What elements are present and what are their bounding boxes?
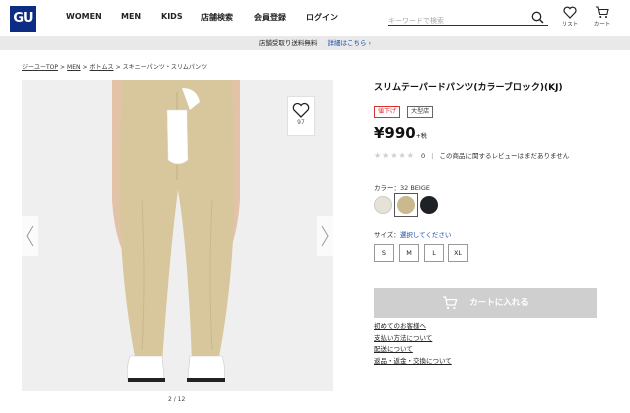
breadcrumb: ジーユーTOP > MEN > ボトムス > スキニーパンツ・スリムパンツ bbox=[22, 62, 207, 71]
chevron-left-icon bbox=[22, 225, 38, 260]
nav-register[interactable]: 会員登録 bbox=[254, 12, 286, 23]
product-title: スリムテーパードパンツ(カラーブロック)(KJ) bbox=[374, 83, 563, 93]
link-payment[interactable]: 支払い方法について bbox=[374, 333, 452, 345]
nav-store-search[interactable]: 店舗検索 bbox=[201, 12, 233, 23]
gallery-prev-button[interactable] bbox=[22, 216, 38, 256]
cart-icon bbox=[442, 295, 469, 309]
size-s-button[interactable]: S bbox=[374, 244, 394, 262]
rating-count: 0 bbox=[420, 152, 426, 160]
tag-price-down: 値下げ bbox=[374, 106, 401, 118]
gu-logo[interactable]: GU bbox=[10, 6, 36, 32]
search-box bbox=[388, 8, 548, 29]
breadcrumb-separator: > bbox=[115, 64, 121, 71]
breadcrumb-separator: > bbox=[82, 64, 88, 71]
cart-label: カート bbox=[593, 22, 611, 28]
breadcrumb-men[interactable]: MEN bbox=[67, 64, 80, 71]
tax-note: +税 bbox=[415, 133, 427, 140]
nav-women[interactable]: WOMEN bbox=[66, 12, 102, 21]
tag-large-store: 大型店 bbox=[407, 106, 434, 118]
chevron-right-icon bbox=[317, 225, 333, 260]
rating-row: ★★★★★ 0 | この商品に関するレビューはまだありません bbox=[374, 150, 569, 160]
color-swatch-black[interactable] bbox=[420, 196, 438, 214]
cart-icon bbox=[591, 6, 613, 19]
search-icon[interactable] bbox=[531, 9, 544, 24]
nav-men[interactable]: MEN bbox=[121, 12, 141, 21]
site-header: GU WOMEN MEN KIDS 店舗検索 会員登録 ログイン リスト カート bbox=[0, 0, 630, 36]
gallery-counter: 2 / 12 bbox=[168, 396, 186, 403]
nav-kids[interactable]: KIDS bbox=[161, 12, 183, 21]
size-l-button[interactable]: L bbox=[424, 244, 444, 262]
wishlist-button[interactable]: リスト bbox=[559, 6, 581, 28]
color-swatch-offwhite[interactable] bbox=[374, 196, 392, 214]
nav-login[interactable]: ログイン bbox=[306, 12, 338, 23]
cart-button[interactable]: カート bbox=[591, 6, 613, 28]
product-tags: 値下げ 大型店 bbox=[374, 98, 435, 118]
size-label: サイズ：選択してください bbox=[374, 229, 451, 239]
add-to-cart-button[interactable]: カートに入れる bbox=[374, 288, 597, 318]
price-value: ¥990 bbox=[374, 124, 416, 142]
search-input[interactable] bbox=[388, 13, 528, 29]
breadcrumb-separator: > bbox=[60, 64, 66, 71]
add-to-cart-label: カートに入れる bbox=[469, 298, 529, 308]
color-swatch-beige[interactable] bbox=[397, 196, 415, 214]
shipping-info-text: 店舗受取り送料無料 bbox=[258, 39, 318, 47]
help-links: 初めてのお客様へ 支払い方法について 配送について 返品・返金・交換について bbox=[374, 321, 452, 367]
shipping-info-link[interactable]: 詳細はこちら › bbox=[327, 39, 371, 47]
heart-icon bbox=[288, 102, 314, 118]
link-first-time[interactable]: 初めてのお客様へ bbox=[374, 321, 452, 333]
favorite-button[interactable]: 97 bbox=[287, 96, 315, 136]
color-label: カラー：32 BEIGE bbox=[374, 184, 430, 192]
favorite-count: 97 bbox=[297, 119, 305, 126]
gallery-next-button[interactable] bbox=[317, 216, 333, 256]
rating-stars-icon: ★★★★★ bbox=[374, 151, 415, 160]
breadcrumb-current: スキニーパンツ・スリムパンツ bbox=[122, 64, 208, 71]
review-note: この商品に関するレビューはまだありません bbox=[439, 152, 570, 160]
heart-icon bbox=[559, 6, 581, 19]
shipping-info-bar: 店舗受取り送料無料 詳細はこちら › bbox=[0, 36, 630, 50]
rating-divider: | bbox=[431, 152, 434, 160]
breadcrumb-top[interactable]: ジーユーTOP bbox=[22, 64, 58, 71]
size-label-text: サイズ： bbox=[374, 231, 400, 239]
wishlist-label: リスト bbox=[561, 22, 579, 28]
size-select-prompt: 選択してください bbox=[399, 231, 452, 239]
size-xl-button[interactable]: XL bbox=[448, 244, 468, 262]
size-m-button[interactable]: M bbox=[399, 244, 419, 262]
product-price: ¥990+税 bbox=[374, 124, 427, 142]
link-returns[interactable]: 返品・返金・交換について bbox=[374, 356, 452, 368]
link-shipping[interactable]: 配送について bbox=[374, 344, 452, 356]
breadcrumb-bottoms[interactable]: ボトムス bbox=[90, 64, 114, 71]
